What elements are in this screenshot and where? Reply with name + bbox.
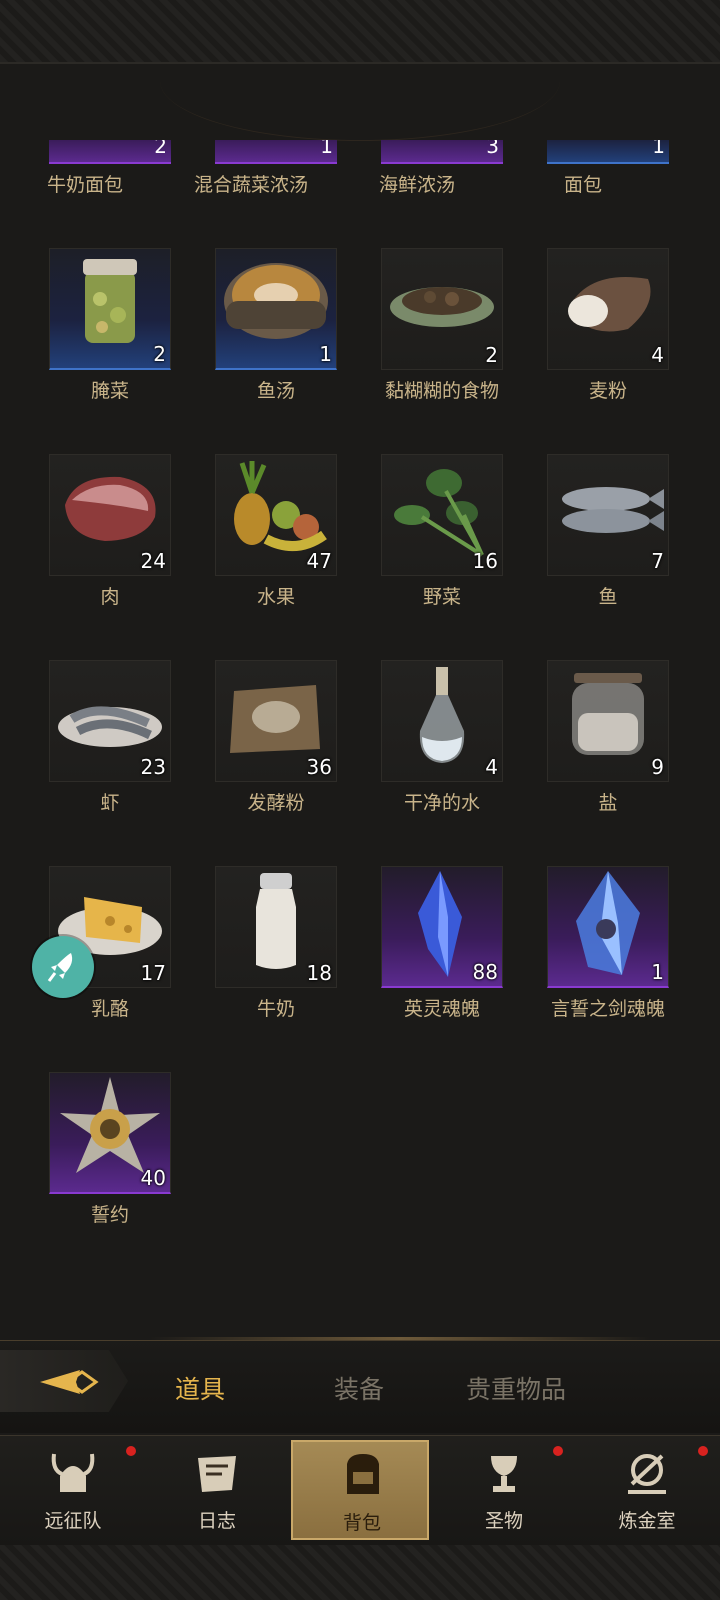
- item-tile: 4: [381, 660, 503, 782]
- item-count: 40: [140, 1166, 166, 1190]
- item-label: 言誓之剑魂魄: [550, 998, 665, 1020]
- item-label: 混合蔬菜浓汤: [193, 174, 308, 196]
- item-count: 2: [485, 343, 498, 367]
- item-count: 24: [140, 549, 166, 573]
- nav-expedition[interactable]: 远征队: [4, 1440, 142, 1540]
- item-label: 乳酪: [90, 998, 129, 1020]
- item-count: 3: [486, 140, 499, 158]
- item-count: 1: [320, 140, 333, 158]
- nav-alchemy[interactable]: 炼金室: [578, 1440, 716, 1540]
- item-count: 1: [319, 342, 332, 366]
- tab-valuables[interactable]: 贵重物品: [466, 1370, 566, 1406]
- item-label: 英灵魂魄: [403, 998, 480, 1020]
- nav-label: 炼金室: [618, 1510, 676, 1532]
- item-tile: 1: [215, 140, 337, 164]
- item-label: 盐: [598, 792, 618, 814]
- item-label: 鱼: [598, 586, 618, 608]
- salt-jar-icon: [572, 673, 644, 755]
- rocket-float-button[interactable]: [32, 936, 94, 998]
- item-label: 虾: [100, 792, 120, 814]
- fish-icon: [562, 487, 664, 533]
- item-label: 肉: [100, 586, 120, 608]
- item-tile: 16: [381, 454, 503, 576]
- item-count: 4: [485, 755, 498, 779]
- item-label: 面包: [563, 174, 602, 196]
- item-tile: 2: [381, 248, 503, 370]
- item-tile: 9: [547, 660, 669, 782]
- item-tile: 2: [49, 140, 171, 164]
- scroll-icon: [198, 1456, 236, 1492]
- badge-dot: [698, 1446, 708, 1456]
- badge-dot: [553, 1446, 563, 1456]
- item-count: 2: [154, 140, 167, 158]
- item-tile: 1: [547, 140, 669, 164]
- item-label: 水果: [256, 586, 295, 608]
- tab-equipment[interactable]: 装备: [334, 1370, 384, 1406]
- nav-relics[interactable]: 圣物: [435, 1440, 573, 1540]
- viking-helmet-icon: [51, 1453, 95, 1492]
- nav-journal[interactable]: 日志: [148, 1440, 286, 1540]
- item-tile: 2: [49, 248, 171, 370]
- nav-label: 日志: [197, 1510, 236, 1532]
- item-count: 47: [306, 549, 332, 573]
- alchemy-icon: [628, 1454, 666, 1494]
- nav-label: 圣物: [484, 1510, 523, 1532]
- item-label: 誓约: [90, 1204, 129, 1226]
- item-count: 36: [306, 755, 332, 779]
- item-count: 2: [153, 342, 166, 366]
- fish-soup-icon: [224, 263, 328, 339]
- item-label: 麦粉: [588, 380, 627, 402]
- item-count: 88: [472, 960, 498, 984]
- water-bottle-icon: [419, 667, 465, 763]
- item-label: 干净的水: [403, 792, 480, 814]
- item-label: 黏糊糊的食物: [384, 380, 499, 402]
- item-tile: 1: [215, 248, 337, 370]
- mushy-food-icon: [390, 287, 494, 327]
- item-label: 腌菜: [90, 380, 129, 402]
- item-label: 发酵粉: [247, 792, 305, 814]
- item-count: 1: [651, 960, 664, 984]
- back-arrow-icon: [40, 1370, 99, 1394]
- item-count: 18: [306, 961, 332, 985]
- item-label: 野菜: [422, 586, 461, 608]
- item-count: 23: [140, 755, 166, 779]
- flour-sack-icon: [568, 277, 651, 332]
- nav-label: 背包: [342, 1512, 381, 1534]
- bottom-decorative-bar: [0, 1545, 720, 1600]
- back-button[interactable]: [0, 1350, 128, 1412]
- pickle-jar-icon: [83, 259, 137, 343]
- item-tile: 4: [547, 248, 669, 370]
- item-tile: 47: [215, 454, 337, 576]
- top-decorative-bar: [0, 0, 720, 64]
- badge-dot: [126, 1446, 136, 1456]
- item-label: 海鲜浓汤: [378, 174, 455, 196]
- nav-label: 远征队: [44, 1510, 102, 1532]
- nav-backpack[interactable]: 背包: [291, 1440, 429, 1540]
- item-count: 7: [651, 549, 664, 573]
- item-tile: 40: [49, 1072, 171, 1194]
- top-ornament: [160, 70, 560, 141]
- chalice-icon: [491, 1456, 517, 1492]
- backpack-icon: [347, 1454, 379, 1494]
- item-count: 1: [652, 140, 665, 158]
- rocket-icon: [47, 953, 73, 982]
- item-count: 16: [472, 549, 498, 573]
- item-tile: 24: [49, 454, 171, 576]
- sword-soul-crystal-icon: [576, 871, 640, 975]
- item-count: 4: [651, 343, 664, 367]
- item-label: 牛奶: [256, 998, 295, 1020]
- item-label: 鱼汤: [256, 380, 295, 402]
- item-tile: 36: [215, 660, 337, 782]
- item-tile: 3: [381, 140, 503, 164]
- item-count: 17: [140, 961, 166, 985]
- item-label: 牛奶面包: [46, 174, 123, 196]
- item-tile: 88: [381, 866, 503, 988]
- tab-items[interactable]: 道具: [175, 1370, 225, 1406]
- item-tile: 7: [547, 454, 669, 576]
- item-count: 9: [651, 755, 664, 779]
- item-tile: 23: [49, 660, 171, 782]
- item-tile: 18: [215, 866, 337, 988]
- item-tile: 1: [547, 866, 669, 988]
